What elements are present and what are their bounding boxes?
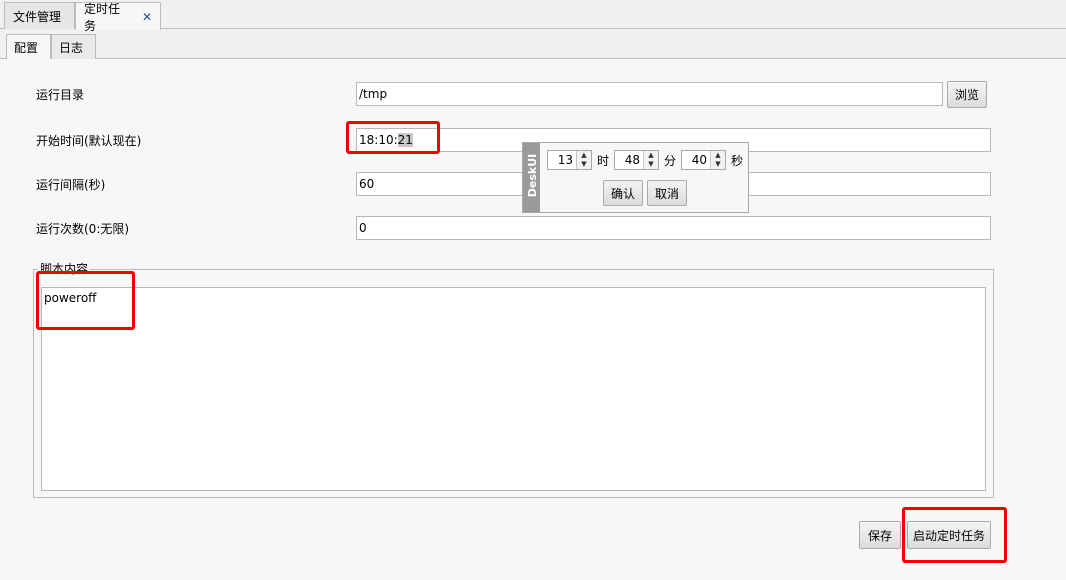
tab-label: 配置 [14,41,39,55]
save-button[interactable]: 保存 [859,521,901,549]
second-unit: 秒 [731,154,744,168]
second-spinbox[interactable]: 40 ▲ ▼ [681,150,726,170]
minute-spinbox[interactable]: 48 ▲ ▼ [614,150,659,170]
tab-label: 文件管理 [13,9,62,24]
hour-spinbox[interactable]: 13 ▲ ▼ [547,150,592,170]
tab-scheduled-task[interactable]: 定时任务 ✕ [75,2,161,33]
arrow-up-icon[interactable]: ▲ [577,151,591,160]
highlight-box-start-time [346,121,440,154]
minute-unit: 分 [664,154,677,168]
second-stepper[interactable]: ▲ ▼ [710,151,725,169]
count-label: 运行次数(0:无限) [36,222,130,236]
confirm-button[interactable]: 确认 [603,180,643,206]
popup-side-bar: DeskUI [523,143,540,212]
arrow-down-icon[interactable]: ▼ [711,160,725,169]
count-input[interactable]: 0 [356,216,991,240]
minute-value: 48 [624,153,640,167]
main-tab-bar: 文件管理 定时任务 ✕ [0,0,1066,33]
time-picker-popup: DeskUI 13 ▲ ▼ 时 48 ▲ ▼ 分 40 ▲ ▼ 秒 确认 取消 [522,142,749,213]
run-dir-label: 运行目录 [36,88,85,102]
second-value: 40 [691,153,707,167]
close-icon[interactable]: ✕ [142,10,152,24]
cancel-button[interactable]: 取消 [647,180,687,206]
browse-button[interactable]: 浏览 [947,81,987,108]
tab-log[interactable]: 日志 [51,34,96,59]
tab-config[interactable]: 配置 [6,34,51,60]
hour-unit: 时 [597,154,610,168]
arrow-down-icon[interactable]: ▼ [577,160,591,169]
minute-stepper[interactable]: ▲ ▼ [643,151,658,169]
arrow-down-icon[interactable]: ▼ [644,160,658,169]
arrow-up-icon[interactable]: ▲ [711,151,725,160]
hour-value: 13 [557,153,573,167]
popup-side-label: DeskUI [526,153,540,198]
run-dir-input[interactable]: /tmp [356,82,943,106]
tab-file-manager[interactable]: 文件管理 [4,2,75,29]
tab-label: 日志 [59,40,84,55]
arrow-up-icon[interactable]: ▲ [644,151,658,160]
highlight-box-start-button [902,507,1007,563]
hour-stepper[interactable]: ▲ ▼ [576,151,591,169]
script-textarea[interactable]: poweroff [41,287,986,491]
sub-tab-bar: 配置 日志 [0,30,1066,60]
interval-label: 运行间隔(秒) [36,178,106,192]
start-time-label: 开始时间(默认现在) [36,134,142,148]
highlight-box-script [36,271,135,330]
tab-label: 定时任务 [84,1,121,33]
